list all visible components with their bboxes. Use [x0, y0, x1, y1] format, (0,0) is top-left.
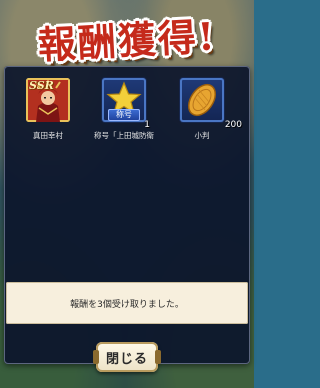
reward-quantity: 200	[224, 120, 242, 130]
reward-label: 称号「上田城防衛	[94, 131, 154, 140]
rarity-badge: SSR	[29, 79, 54, 92]
reward-message: 報酬を3個受け取りました。	[70, 299, 184, 310]
reward-label: 真田幸村	[33, 131, 63, 140]
message-box: 報酬を3個受け取りました。	[6, 282, 248, 324]
title-tag: 称号	[108, 109, 140, 121]
reward-item-koban[interactable]: 200 小判	[172, 78, 242, 141]
gold-coin-icon	[187, 83, 217, 117]
reward-item-title[interactable]: 称号 1 称号「上田城防衛	[94, 78, 154, 141]
reward-panel: SSR 真田幸村 称号 1 称号「上田城防衛 200 小判 報酬を3個受け取りま…	[4, 66, 250, 364]
reward-item-character[interactable]: SSR 真田幸村	[18, 78, 78, 141]
button-decoration	[93, 350, 99, 364]
koban-reward-icon-box	[180, 78, 224, 122]
reward-quantity: 1	[144, 120, 150, 130]
close-button-label: 閉じる	[105, 351, 148, 367]
title-reward-icon-box: 称号	[102, 78, 146, 122]
close-button[interactable]: 閉じる	[93, 342, 161, 372]
reward-label: 小判	[194, 131, 210, 140]
character-portrait: SSR	[26, 78, 70, 122]
button-decoration	[155, 350, 161, 364]
